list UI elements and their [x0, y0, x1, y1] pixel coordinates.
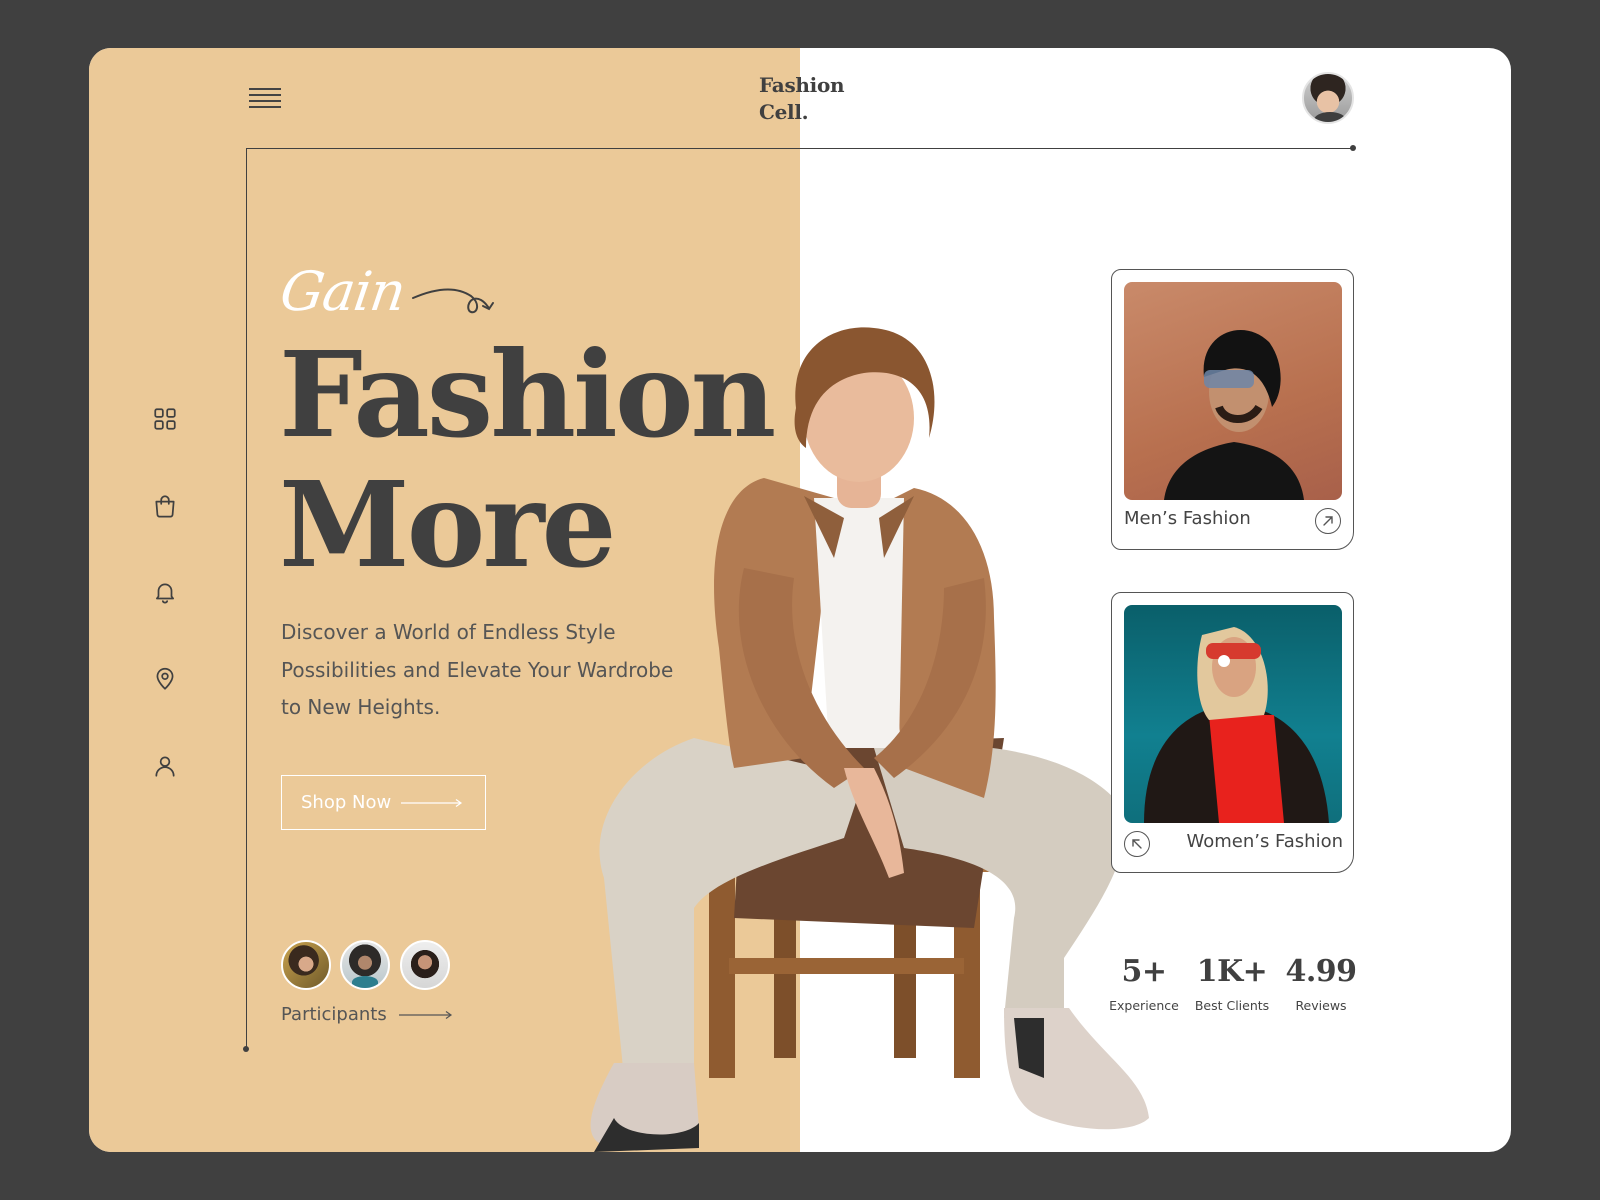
brand-line-1: Fashion [759, 73, 845, 97]
category-card-womens[interactable]: Women’s Fashion [1111, 592, 1354, 873]
category-label: Women’s Fashion [1186, 831, 1343, 852]
participants-label: Participants [281, 1004, 387, 1025]
hero-script-word: Gain [276, 260, 409, 323]
stat-label: Best Clients [1194, 998, 1270, 1013]
hamburger-menu-icon[interactable] [249, 88, 281, 110]
womens-fashion-photo [1124, 605, 1342, 823]
divider-dot [243, 1046, 249, 1052]
arrow-right-icon [401, 798, 463, 807]
mens-fashion-photo [1124, 282, 1342, 500]
participant-avatar[interactable] [400, 940, 450, 990]
user-icon[interactable] [152, 753, 178, 779]
divider-line-horizontal [246, 148, 1353, 149]
brand-line-2: Cell. [759, 100, 809, 124]
arrow-right-icon [398, 1010, 452, 1019]
shop-now-label: Shop Now [301, 792, 392, 813]
category-label: Men’s Fashion [1124, 508, 1251, 529]
participant-avatar[interactable] [340, 940, 390, 990]
participant-avatar[interactable] [281, 940, 331, 990]
category-card-mens[interactable]: Men’s Fashion [1111, 269, 1354, 550]
user-profile-avatar[interactable] [1302, 72, 1354, 124]
hero-model-image [590, 327, 1149, 1152]
stat-label: Experience [1109, 998, 1179, 1013]
bell-icon[interactable] [152, 579, 178, 605]
stat-best-clients: 1K+ Best Clients [1187, 954, 1277, 1013]
brand-logo[interactable]: Fashion Cell. [759, 72, 845, 126]
arrow-up-right-icon[interactable] [1315, 508, 1341, 534]
shopping-bag-icon[interactable] [152, 493, 178, 519]
curly-arrow-icon [412, 288, 494, 314]
divider-dot [1350, 145, 1356, 151]
arrow-up-left-icon[interactable] [1124, 831, 1150, 857]
stat-experience: 5+ Experience [1099, 954, 1189, 1013]
stat-value: 5+ [1121, 954, 1167, 989]
stat-value: 4.99 [1285, 954, 1357, 989]
stat-label: Reviews [1295, 998, 1347, 1013]
stat-reviews: 4.99 Reviews [1276, 954, 1366, 1013]
location-pin-icon[interactable] [152, 666, 178, 692]
participants-link[interactable]: Participants [281, 1004, 453, 1025]
stat-value: 1K+ [1196, 954, 1268, 989]
divider-line-vertical [246, 148, 247, 1050]
shop-now-button[interactable]: Shop Now [281, 775, 486, 830]
grid-icon[interactable] [152, 406, 178, 432]
landing-page-frame: Fashion Cell. Gain Fashion More Discover… [89, 48, 1511, 1152]
